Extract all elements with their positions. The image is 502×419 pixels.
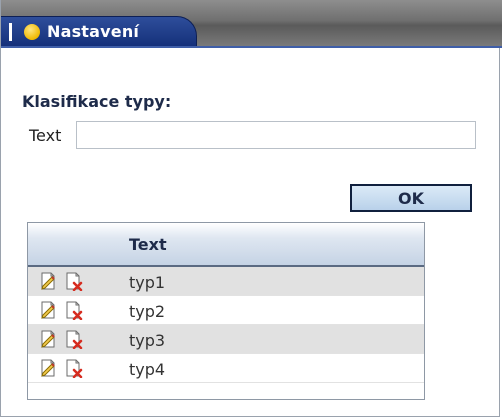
edit-icon[interactable]	[38, 358, 58, 378]
table-row: typ1	[28, 267, 424, 296]
section-heading: Klasifikace typy:	[22, 92, 172, 111]
edit-icon[interactable]	[38, 271, 58, 291]
text-input[interactable]	[76, 121, 476, 149]
column-header-text[interactable]: Text	[129, 235, 167, 254]
delete-icon[interactable]	[64, 300, 84, 320]
edit-icon[interactable]	[38, 300, 58, 320]
status-dot-icon	[24, 23, 40, 40]
panel-title: Nastavení	[47, 22, 140, 41]
row-text: typ1	[129, 273, 166, 292]
table-row: typ4	[28, 354, 424, 383]
delete-icon[interactable]	[64, 329, 84, 349]
row-text: typ4	[129, 360, 166, 379]
row-text: typ2	[129, 302, 166, 321]
table-header: Text	[28, 223, 424, 267]
table-row: typ3	[28, 325, 424, 354]
title-bar: Nastavení	[1, 0, 502, 48]
settings-tab[interactable]: Nastavení	[1, 16, 197, 46]
edit-icon[interactable]	[38, 329, 58, 349]
text-field-label: Text	[29, 126, 62, 145]
table-row: typ2	[28, 296, 424, 325]
types-table: Text typ1 typ2 typ3 typ4	[27, 222, 425, 400]
delete-icon[interactable]	[64, 358, 84, 378]
ok-button[interactable]: OK	[350, 184, 472, 212]
row-text: typ3	[129, 331, 166, 350]
settings-panel: Nastavení Klasifikace typy: Text OK Text…	[0, 0, 502, 417]
tab-marker	[9, 22, 12, 41]
delete-icon[interactable]	[64, 271, 84, 291]
